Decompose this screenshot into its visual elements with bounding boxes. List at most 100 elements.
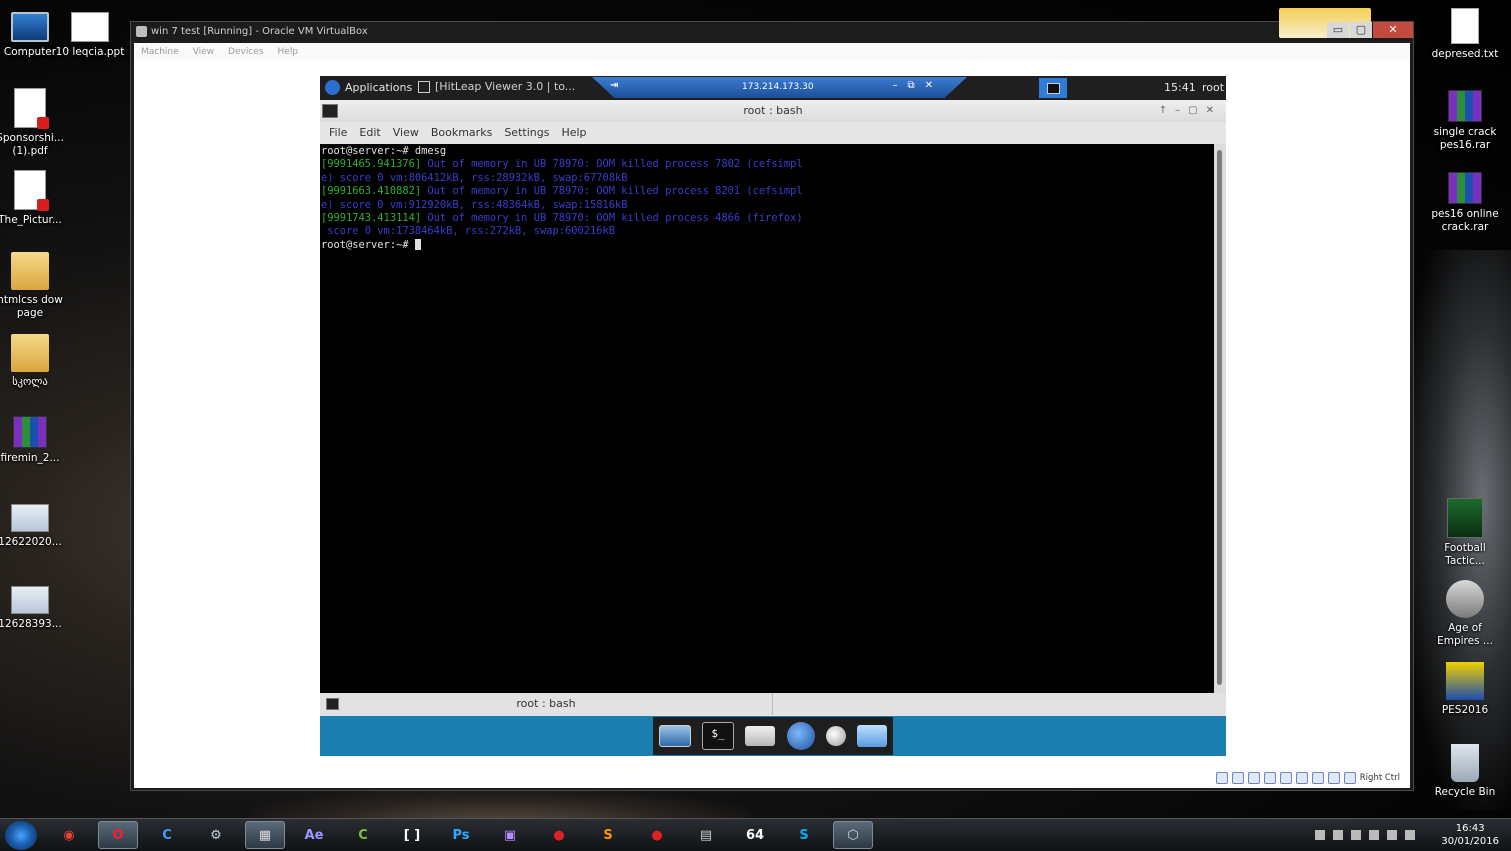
taskbar-app-64bit-tool[interactable]: 64 bbox=[735, 821, 775, 849]
desktop-icon-recycle-bin[interactable]: Recycle Bin bbox=[1429, 744, 1501, 799]
menu-bookmarks[interactable]: Bookmarks bbox=[425, 126, 498, 139]
file-manager-icon[interactable] bbox=[857, 725, 888, 747]
terminal-window[interactable]: root : bash ↑–▢✕ File Edit View Bookmark… bbox=[320, 100, 1226, 756]
taskbar-app-camtasia[interactable]: C bbox=[343, 821, 383, 849]
virtualbox-window[interactable]: win 7 test [Running] - Oracle VM Virtual… bbox=[130, 8, 1414, 791]
text-file-icon bbox=[1451, 8, 1479, 44]
desktop-icon-rar[interactable]: single crack pes16.rar bbox=[1429, 90, 1501, 152]
task-label: [HitLeap Viewer 3.0 | to... bbox=[435, 80, 576, 93]
network-icon[interactable] bbox=[1333, 830, 1344, 840]
taskbar-app-after-effects[interactable]: Ae bbox=[294, 821, 334, 849]
tray-app-icon[interactable] bbox=[1405, 830, 1416, 840]
menu-view[interactable]: View bbox=[387, 126, 425, 139]
desktop-icon-pdf[interactable]: The_Pictur... bbox=[0, 170, 66, 227]
start-button[interactable] bbox=[5, 821, 37, 850]
taskbar-app-brackets[interactable]: [ ] bbox=[392, 821, 432, 849]
desktop-icon-image[interactable]: 12622020... bbox=[0, 498, 66, 549]
taskbar-app-chrome[interactable]: ◉ bbox=[49, 821, 89, 849]
virtualbox-menubar: Machine View Devices Help bbox=[134, 43, 1410, 60]
optical-drive-icon[interactable] bbox=[1231, 772, 1244, 784]
menu-file[interactable]: File bbox=[323, 126, 353, 139]
hard-disk-icon[interactable] bbox=[1215, 772, 1228, 784]
applications-menu-button[interactable]: Applications bbox=[325, 80, 412, 95]
desktop-icon-folder[interactable]: სკოლა bbox=[0, 334, 66, 389]
taskbar-app-steam[interactable]: ⚙ bbox=[196, 821, 236, 849]
minimize-button[interactable]: ▭ bbox=[1327, 22, 1349, 38]
desktop-icon-game[interactable]: Football Tactic... bbox=[1429, 498, 1501, 568]
terminal-line: [9991743.413114] Out of memory in UB 789… bbox=[321, 212, 1213, 225]
mouse-integration-icon[interactable] bbox=[1327, 772, 1340, 784]
taskbar-item-hitleap[interactable]: [HitLeap Viewer 3.0 | to... bbox=[418, 80, 575, 93]
remote-window-controls[interactable]: –⧉✕ bbox=[892, 80, 943, 91]
app-finder-icon[interactable] bbox=[825, 726, 846, 746]
log-message: Out of memory in UB 78970: OOM killed pr… bbox=[421, 158, 803, 171]
taskbar-app-record-button[interactable]: ● bbox=[637, 821, 677, 849]
terminal-icon bbox=[322, 104, 338, 118]
system-tray: 16:43 30/01/2016 bbox=[1311, 819, 1503, 851]
desktop-icon-pdf[interactable]: Sponsorshi... (1).pdf bbox=[0, 88, 66, 158]
virtualbox-titlebar[interactable]: win 7 test [Running] - Oracle VM Virtual… bbox=[131, 22, 1413, 43]
desktop-icon-label: firemin_2... bbox=[0, 452, 60, 464]
menu-machine[interactable]: Machine bbox=[134, 47, 186, 57]
display-icon[interactable] bbox=[1295, 772, 1308, 784]
desktop-icon-folder[interactable]: htmlcss dow page bbox=[0, 252, 66, 320]
game-shortcut-icon bbox=[1447, 498, 1483, 538]
network-icon[interactable] bbox=[1263, 772, 1276, 784]
antivirus-icon[interactable] bbox=[1369, 830, 1380, 840]
pin-icon[interactable]: ⇥ bbox=[610, 80, 618, 91]
desktop-icon-ppt[interactable]: 10 leqcia.ppt bbox=[54, 12, 126, 59]
taskbar-app-opera[interactable]: O bbox=[98, 821, 138, 849]
guest-desktop[interactable]: Applications [HitLeap Viewer 3.0 | to...… bbox=[320, 76, 1226, 756]
taskbar-clock[interactable]: 16:43 30/01/2016 bbox=[1441, 822, 1499, 848]
desktop-icon-txt[interactable]: depresed.txt bbox=[1429, 8, 1501, 61]
usb-icon[interactable] bbox=[1247, 772, 1260, 784]
taskbar-app-photoshop[interactable]: Ps bbox=[441, 821, 481, 849]
maximize-button[interactable]: ▢ bbox=[1350, 22, 1372, 38]
scrollbar-thumb[interactable] bbox=[1217, 150, 1222, 685]
remote-desktop-connection-bar[interactable]: ⇥ 173.214.173.30 –⧉✕ bbox=[592, 77, 967, 98]
vm-screen[interactable]: Applications [HitLeap Viewer 3.0 | to...… bbox=[134, 60, 1410, 788]
video-capture-icon[interactable] bbox=[1311, 772, 1324, 784]
taskbar-app-notepad[interactable]: ▤ bbox=[686, 821, 726, 849]
desktop-icon-rar[interactable]: firemin_2... bbox=[0, 416, 66, 465]
virtualbox-app-icon bbox=[136, 26, 147, 37]
desktop-icon-game[interactable]: Age of Empires ... bbox=[1429, 580, 1501, 648]
panel-clock[interactable]: 15:41 bbox=[1164, 81, 1196, 94]
taskbar-app-ccleaner[interactable]: C bbox=[147, 821, 187, 849]
menu-help[interactable]: Help bbox=[271, 47, 306, 57]
taskbar-app-sublime[interactable]: S bbox=[588, 821, 628, 849]
web-browser-icon[interactable] bbox=[786, 722, 815, 750]
shared-folders-icon[interactable] bbox=[1279, 772, 1292, 784]
menu-devices[interactable]: Devices bbox=[221, 47, 270, 57]
close-button[interactable]: ✕ bbox=[1373, 22, 1413, 38]
taskbar-app-skype[interactable]: S bbox=[784, 821, 824, 849]
volume-icon[interactable] bbox=[1351, 830, 1362, 840]
show-desktop-icon[interactable] bbox=[658, 725, 691, 747]
terminal-line: e) score 0 vm:912920kB, rss:48364kB, swa… bbox=[321, 198, 628, 211]
desktop-icon-rar[interactable]: pes16 online crack.rar bbox=[1429, 172, 1501, 234]
menu-edit[interactable]: Edit bbox=[353, 126, 386, 139]
taskbar-app-recorder[interactable]: ● bbox=[539, 821, 579, 849]
taskbar-app-video-editor[interactable]: ▦ bbox=[245, 821, 285, 849]
terminal-launcher-button[interactable] bbox=[1039, 78, 1067, 98]
terminal-tab[interactable]: root : bash bbox=[320, 693, 773, 715]
terminal-window-controls[interactable]: ↑–▢✕ bbox=[1159, 100, 1222, 122]
terminal-icon[interactable]: $_ bbox=[701, 722, 734, 750]
panel-user[interactable]: root bbox=[1202, 81, 1224, 94]
shell-prompt: root@server:~# bbox=[321, 238, 415, 251]
tray-app-icon[interactable] bbox=[1387, 830, 1398, 840]
terminal-titlebar[interactable]: root : bash ↑–▢✕ bbox=[320, 100, 1226, 122]
terminal-scrollbar[interactable] bbox=[1214, 144, 1226, 693]
virtualbox-statusbar: Right Ctrl bbox=[1215, 771, 1400, 785]
menu-help[interactable]: Help bbox=[555, 126, 592, 139]
action-center-flag-icon[interactable] bbox=[1315, 830, 1326, 840]
desktop-icon-image[interactable]: 12628393... bbox=[0, 580, 66, 631]
taskbar-app-virtualbox[interactable]: ⬡ bbox=[833, 821, 873, 849]
home-folder-icon[interactable] bbox=[745, 726, 776, 746]
desktop-icon-game[interactable]: PES2016 bbox=[1429, 662, 1501, 717]
menu-settings[interactable]: Settings bbox=[498, 126, 555, 139]
terminal-prompt-line[interactable]: root@server:~# bbox=[321, 238, 1213, 252]
menu-view[interactable]: View bbox=[186, 47, 221, 57]
taskbar-app-cpu-tool[interactable]: ▣ bbox=[490, 821, 530, 849]
terminal-output[interactable]: root@server:~# dmesg [9991465.941376] Out… bbox=[320, 144, 1214, 693]
